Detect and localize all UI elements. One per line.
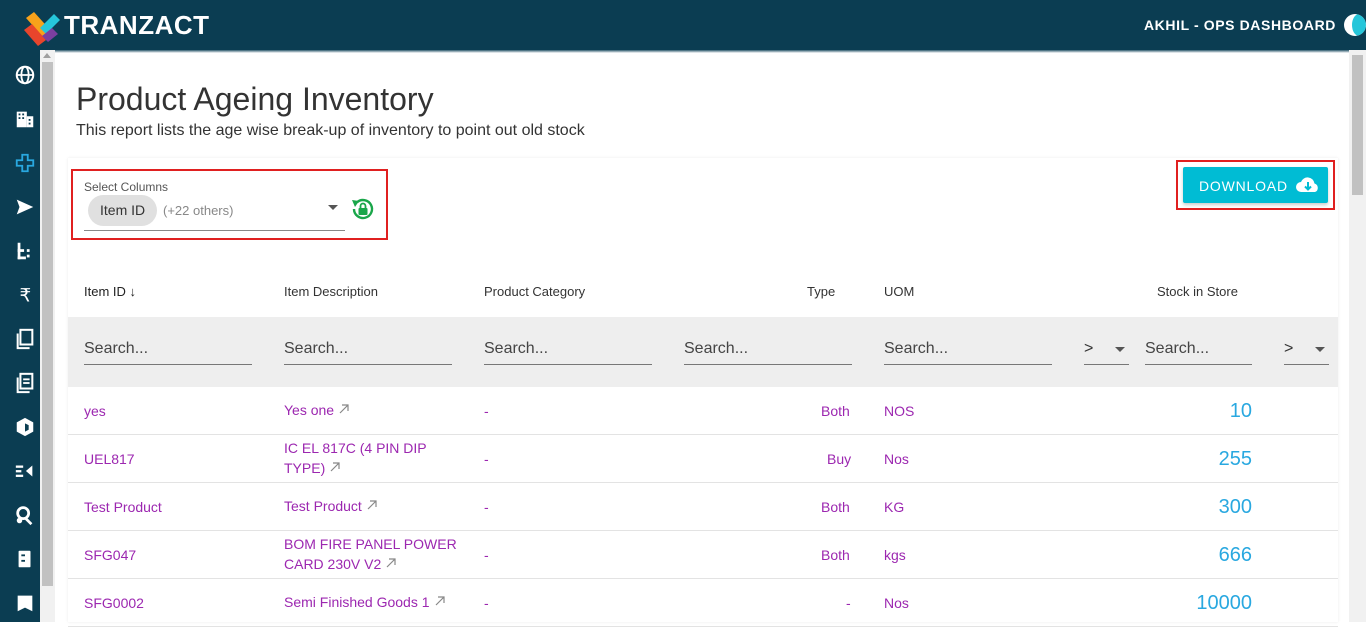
cell-type: Both — [821, 547, 850, 563]
header-uom[interactable]: UOM — [884, 284, 914, 299]
cell-item-id[interactable]: yes — [84, 403, 106, 419]
chevron-down-icon — [1315, 347, 1325, 352]
page-scrollbar[interactable] — [1349, 50, 1366, 622]
cell-category: - — [484, 547, 489, 563]
header-type[interactable]: Type — [807, 284, 835, 299]
cell-category: - — [484, 451, 489, 467]
cell-stock: 10000 — [1196, 592, 1252, 614]
header-stock-in-store[interactable]: Stock in Store — [1157, 284, 1238, 299]
cell-description[interactable]: Semi Finished Goods 1 — [284, 592, 484, 612]
top-bar: TRANZACT AKHIL - OPS DASHBOARD — [0, 0, 1366, 53]
cell-type: Both — [821, 499, 850, 515]
box-icon[interactable] — [14, 416, 38, 440]
search-input-description[interactable] — [284, 334, 452, 365]
cell-type: Buy — [827, 451, 852, 467]
cell-description[interactable]: BOM FIRE PANEL POWER CARD 230V V2 — [284, 534, 464, 574]
building-icon[interactable] — [14, 108, 38, 132]
cell-category: - — [484, 499, 489, 515]
tranzact-logo-icon[interactable] — [22, 10, 62, 46]
search-input-item-id[interactable] — [84, 334, 252, 365]
cell-stock: 10 — [1229, 400, 1252, 422]
external-link-icon[interactable] — [339, 404, 349, 414]
page-subtitle: This report lists the age wise break-up … — [76, 122, 585, 139]
documents-icon[interactable] — [14, 328, 38, 352]
search-input-stock[interactable] — [1145, 334, 1252, 365]
cell-item-id[interactable]: SFG0002 — [84, 595, 144, 611]
cell-item-id[interactable]: UEL817 — [84, 451, 135, 467]
cell-stock: 255 — [1218, 448, 1252, 470]
cell-category: - — [484, 403, 489, 419]
cell-type: Both — [821, 403, 850, 419]
cell-description[interactable]: IC EL 817C (4 PIN DIP TYPE) — [284, 438, 464, 478]
brand-name: TRANZACT — [64, 10, 210, 40]
search-input-category[interactable] — [484, 334, 652, 365]
sidebar: ₹ — [0, 50, 40, 622]
globe-icon[interactable] — [14, 64, 38, 88]
sort-arrow-icon[interactable]: ↓ — [130, 284, 137, 299]
cell-uom: NOS — [884, 403, 915, 419]
bookmark-icon[interactable] — [14, 592, 38, 616]
cell-category: - — [484, 595, 489, 611]
book-icon[interactable] — [14, 548, 38, 572]
cell-stock: 666 — [1218, 544, 1252, 566]
send-icon[interactable] — [14, 196, 38, 220]
chevron-down-icon — [1115, 347, 1125, 352]
avatar[interactable] — [1344, 14, 1366, 36]
cell-type: - — [846, 595, 851, 611]
external-link-icon[interactable] — [386, 558, 396, 568]
cell-item-id[interactable]: Test Product — [84, 499, 162, 515]
cell-description[interactable]: Test Product — [284, 496, 464, 516]
plus-icon[interactable] — [14, 152, 38, 176]
page-title: Product Ageing Inventory — [76, 81, 434, 117]
cell-uom: Nos — [884, 451, 909, 467]
external-link-icon[interactable] — [330, 462, 340, 472]
user-dashboard-label[interactable]: AKHIL - OPS DASHBOARD — [1144, 17, 1336, 33]
external-link-icon[interactable] — [435, 596, 445, 606]
cell-uom: Nos — [884, 595, 909, 611]
header-product-category[interactable]: Product Category — [484, 284, 585, 299]
search-input-type[interactable] — [684, 334, 852, 365]
search-input-uom[interactable] — [884, 334, 1052, 365]
operator-select-uom[interactable]: > — [1084, 334, 1129, 365]
operator-select-stock[interactable]: > — [1284, 334, 1329, 365]
header-item-description[interactable]: Item Description — [284, 284, 378, 299]
process-icon[interactable] — [14, 460, 38, 484]
external-link-icon[interactable] — [367, 500, 377, 510]
header-item-id[interactable]: Item ID ↓ — [84, 284, 136, 299]
files-icon[interactable] — [14, 372, 38, 396]
settings-icon[interactable] — [14, 504, 38, 528]
cell-description[interactable]: Yes one — [284, 400, 464, 420]
list-icon[interactable] — [14, 240, 38, 264]
rupee-icon[interactable]: ₹ — [14, 284, 38, 308]
svg-text:₹: ₹ — [20, 285, 32, 306]
highlight-box-download — [1176, 160, 1335, 210]
cell-uom: kgs — [884, 547, 906, 563]
cell-item-id[interactable]: SFG047 — [84, 547, 136, 563]
cell-stock: 300 — [1218, 496, 1252, 518]
cell-uom: KG — [884, 499, 905, 515]
sidebar-scrollbar[interactable] — [40, 50, 55, 622]
highlight-box-select-columns — [71, 169, 388, 240]
